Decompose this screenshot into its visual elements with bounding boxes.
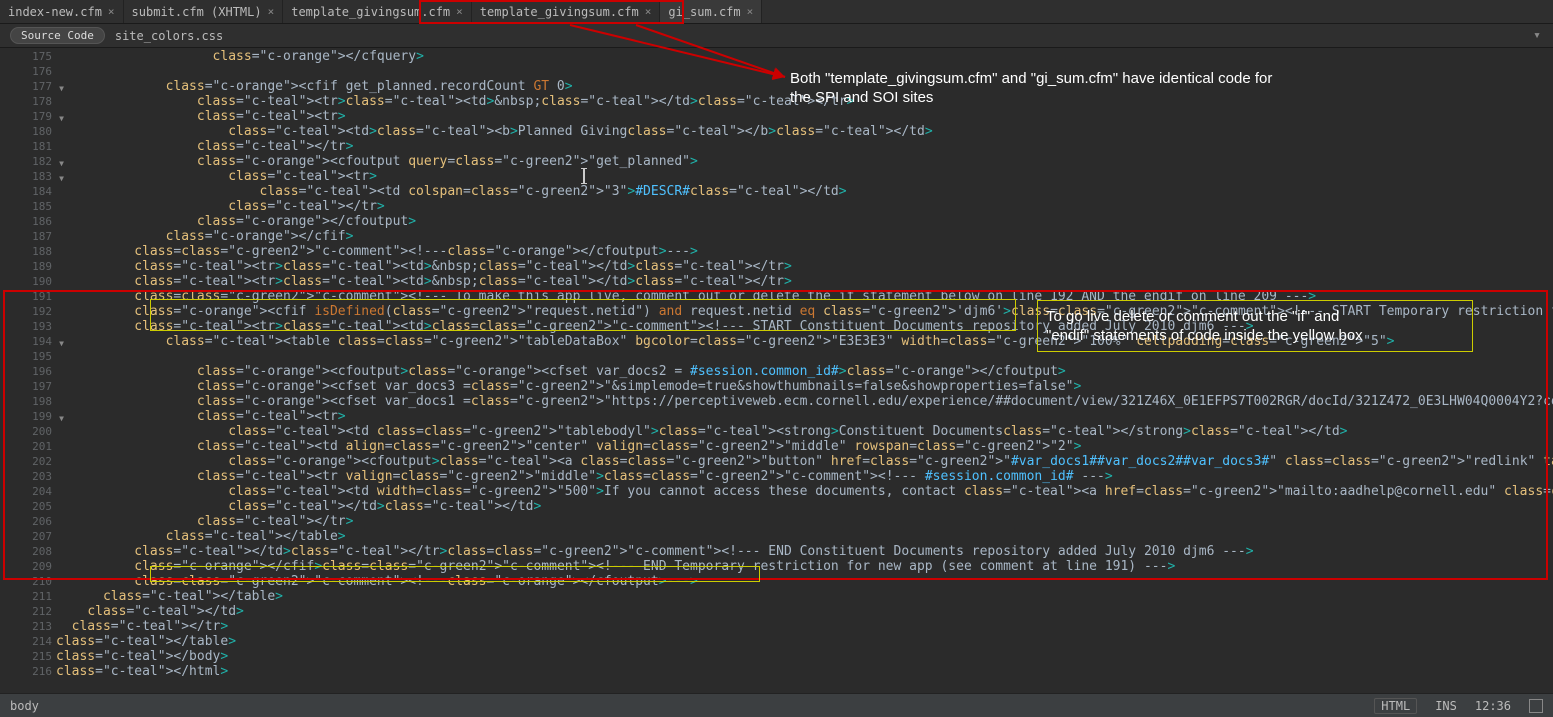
annotation-text-line: the SPI and SOI sites [790,88,1370,107]
file-tab-label: index-new.cfm [8,5,102,19]
related-file-link[interactable]: site_colors.css [115,29,223,43]
file-tab-2[interactable]: template_givingsum.cfm × [283,0,472,23]
close-icon[interactable]: × [108,5,115,18]
cursor-position: 12:36 [1475,699,1511,713]
file-tab-4[interactable]: gi_sum.cfm × [660,0,762,23]
file-tabs-bar: index-new.cfm × submit.cfm (XHTML) × tem… [0,0,1553,24]
editor-sub-toolbar: Source Code site_colors.css ▾ [0,24,1553,48]
breadcrumb-path[interactable]: body [10,699,39,713]
file-tab-label: template_givingsum.cfm [480,5,639,19]
code-content[interactable]: class="c-orange"></cfquery> class="c-ora… [56,48,1553,693]
panel-toggle-icon[interactable] [1529,699,1543,713]
close-icon[interactable]: × [456,5,463,18]
status-bar: body HTML INS 12:36 [0,693,1553,717]
annotation-text-line: To go live delete or comment out the "if… [1046,307,1466,326]
file-tab-label: template_givingsum.cfm [291,5,450,19]
source-code-button[interactable]: Source Code [10,27,105,44]
file-tab-label: submit.cfm (XHTML) [132,5,262,19]
file-tab-0[interactable]: index-new.cfm × [0,0,124,23]
annotation-text-line: Both "template_givingsum.cfm" and "gi_su… [790,69,1370,88]
code-editor[interactable]: 175176177▼178179▼180181182▼183▼184185186… [0,48,1553,693]
line-number-gutter: 175176177▼178179▼180181182▼183▼184185186… [0,48,56,693]
file-tab-label: gi_sum.cfm [668,5,740,19]
close-icon[interactable]: × [645,5,652,18]
text-cursor-icon [583,168,585,184]
language-indicator[interactable]: HTML [1374,698,1417,714]
file-tab-1[interactable]: submit.cfm (XHTML) × [124,0,284,23]
annotation-text-right: To go live delete or comment out the "if… [1046,307,1466,345]
file-tab-3[interactable]: template_givingsum.cfm × [472,0,661,23]
close-icon[interactable]: × [268,5,275,18]
annotation-text-top: Both "template_givingsum.cfm" and "gi_su… [790,69,1370,107]
filter-icon[interactable]: ▾ [1533,28,1541,43]
annotation-text-line: "endif" statements of code inside the ye… [1046,326,1466,345]
insert-mode-indicator[interactable]: INS [1435,699,1457,713]
close-icon[interactable]: × [747,5,754,18]
